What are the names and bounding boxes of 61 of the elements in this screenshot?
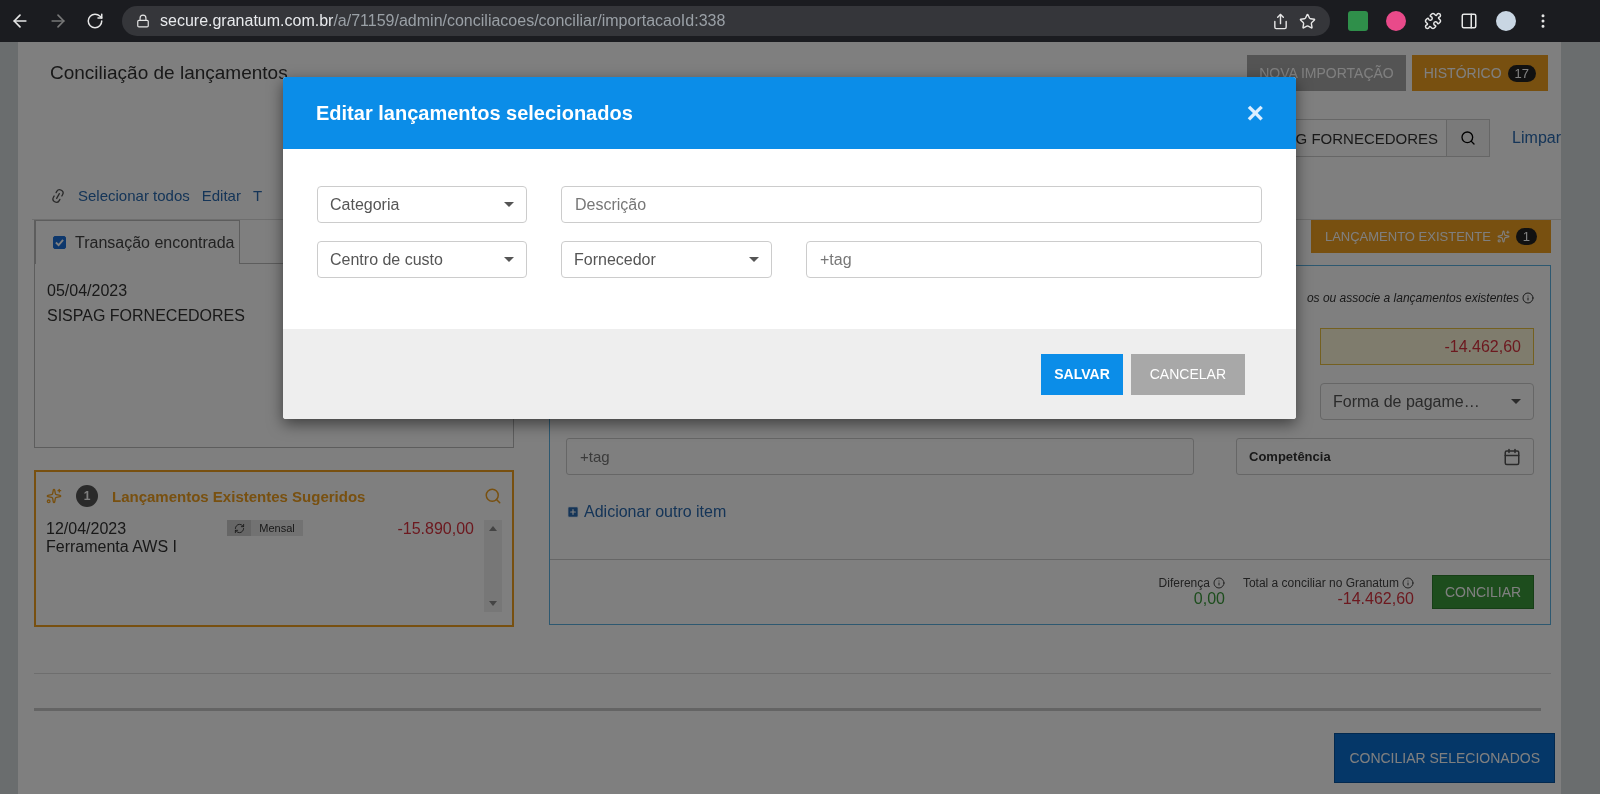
- tag-field[interactable]: +tag: [566, 438, 1194, 475]
- toolbar-link[interactable]: Editar: [201, 187, 241, 204]
- input-field[interactable]: Descrição: [561, 186, 1262, 223]
- toolbar-link[interactable]: T: [252, 187, 263, 204]
- hint-text: os ou associe a lançamentos existentes: [1306, 291, 1519, 305]
- transaction-date: 05/04/2023: [47, 281, 129, 301]
- info-icon: [1212, 577, 1225, 589]
- reload-icon[interactable]: [86, 12, 104, 30]
- save-button[interactable]: SALVAR: [1041, 353, 1123, 395]
- sparkle-icon: [46, 488, 62, 504]
- sparkle-icon: [1496, 230, 1510, 243]
- clear-link[interactable]: Limpar: [1512, 129, 1561, 147]
- search-icon: [1460, 130, 1477, 146]
- address-bar[interactable]: secure.granatum.com.br/a/71159/admin/conciliacoes/conciliar/importacaoId:338: [122, 6, 1330, 36]
- page-title: Conciliação de lançamentos: [50, 62, 289, 84]
- colorful-extension-icon[interactable]: [1386, 11, 1406, 31]
- dialog-title: Editar lançamentos selecionados: [316, 101, 633, 125]
- checkbox[interactable]: [53, 236, 66, 249]
- entry-date: 12/04/2023: [46, 520, 128, 538]
- transaction-description: SISPAG FORNECEDORES: [47, 306, 246, 326]
- competence-field[interactable]: Competência: [1236, 438, 1534, 475]
- dropdown[interactable]: Fornecedor: [561, 241, 772, 278]
- transaction-tab[interactable]: Transação encontrada: [35, 220, 240, 264]
- entry-name: Ferramenta AWS I: [46, 538, 178, 556]
- side-panel-icon[interactable]: [1460, 12, 1478, 30]
- url-text: secure.granatum.com.br/a/71159/admin/conciliacoes/conciliar/importacaoId:338: [160, 12, 726, 30]
- stat-label: Diferença: [1158, 576, 1210, 590]
- suggestions-title: Lançamentos Existentes Sugeridos: [112, 487, 367, 505]
- dropdown[interactable]: Centro de custo: [317, 241, 527, 278]
- dropdown[interactable]: Categoria: [317, 186, 527, 223]
- toolbar-link[interactable]: Selecionar todos: [78, 187, 190, 204]
- close-button[interactable]: ×: [1246, 98, 1264, 128]
- bookmark-star-icon[interactable]: [1299, 12, 1316, 30]
- info-icon: [1522, 292, 1534, 304]
- reconcile-selected-button[interactable]: CONCILIAR SELECIONADOS: [1334, 733, 1555, 783]
- info-icon: [1402, 577, 1414, 589]
- total-value: -14.462,60: [1337, 590, 1414, 608]
- count-badge: 1: [76, 485, 98, 507]
- count-badge: 1: [1515, 228, 1538, 245]
- lock-icon: [136, 14, 150, 28]
- entry-amount: -15.890,00: [397, 520, 474, 537]
- avatar[interactable]: [1496, 11, 1516, 31]
- history-button[interactable]: HISTÓRICO 17: [1411, 55, 1548, 91]
- amount-field[interactable]: -14.462,60: [1320, 328, 1534, 365]
- input-field[interactable]: +tag: [806, 241, 1262, 278]
- repeat-icon: [233, 522, 245, 534]
- difference-value: 0,00: [1193, 590, 1225, 608]
- recurrence-tag: Mensal: [227, 520, 303, 536]
- plus-icon: [566, 505, 580, 519]
- count-badge: 17: [1507, 64, 1536, 82]
- search-button[interactable]: [1447, 119, 1491, 157]
- existing-entry-button[interactable]: LANÇAMENTO EXISTENTE 1: [1311, 220, 1551, 253]
- share-icon[interactable]: [1272, 12, 1289, 30]
- cancel-button[interactable]: CANCELAR: [1130, 353, 1245, 395]
- stat-label: Total a conciliar no Granatum: [1242, 576, 1399, 590]
- payment-select[interactable]: Forma de pagame…: [1320, 383, 1534, 420]
- reconcile-button[interactable]: CONCILIAR: [1432, 575, 1534, 609]
- calendar-icon: [1503, 447, 1521, 466]
- tab-label: Transação encontrada: [75, 233, 235, 252]
- add-item-link[interactable]: Adicionar outro item: [566, 503, 727, 521]
- extensions-icon[interactable]: [1424, 12, 1442, 30]
